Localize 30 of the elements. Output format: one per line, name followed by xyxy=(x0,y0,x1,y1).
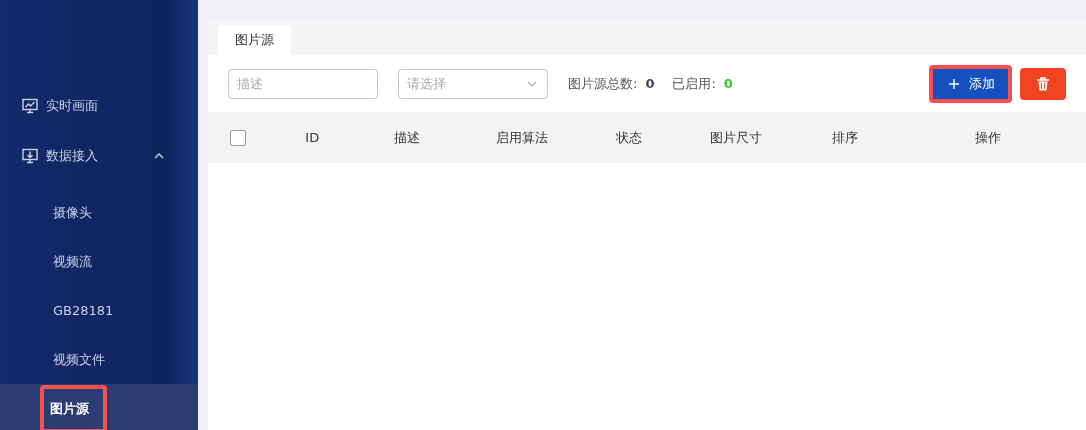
menu-label: 数据接入 xyxy=(46,147,99,165)
column-header: 排序 xyxy=(831,128,860,147)
trash-icon xyxy=(1037,76,1049,91)
submenu-item[interactable]: 视频文件 xyxy=(0,335,198,384)
column-header: 描述 xyxy=(393,128,422,147)
stat-value: 0 xyxy=(645,76,655,91)
menu-item[interactable]: 数据接入 xyxy=(0,138,198,174)
stat-value: 0 xyxy=(723,76,733,91)
select-all-checkbox[interactable] xyxy=(230,129,246,146)
column-header: ID xyxy=(304,130,321,145)
submenu-item[interactable]: 图片源 xyxy=(0,384,198,430)
column-header: 图片尺寸 xyxy=(709,128,764,147)
add-button[interactable]: 添加 xyxy=(933,68,1008,99)
chevron-down-icon xyxy=(527,80,537,87)
description-input[interactable]: 描述 xyxy=(228,68,378,99)
submenu-item[interactable]: 摄像头 xyxy=(0,188,198,237)
column-header: 状态 xyxy=(614,128,643,147)
monitor-icon xyxy=(22,148,38,164)
column-header: 操作 xyxy=(974,128,1003,147)
tab[interactable]: 图片源 xyxy=(218,25,291,55)
delete-button[interactable] xyxy=(1020,67,1066,100)
menu-label: 实时画面 xyxy=(46,97,99,115)
stat-label: 图片源总数: xyxy=(568,74,638,93)
stat-label: 已启用: xyxy=(672,74,716,93)
plus-icon xyxy=(949,78,959,89)
submenu-item[interactable]: 视频流 xyxy=(0,237,198,286)
column-header: 启用算法 xyxy=(494,128,549,147)
submenu-item[interactable]: GB28181 xyxy=(0,286,198,335)
chart-monitor-icon xyxy=(22,98,38,114)
menu-item[interactable]: 实时画面 xyxy=(0,88,198,124)
